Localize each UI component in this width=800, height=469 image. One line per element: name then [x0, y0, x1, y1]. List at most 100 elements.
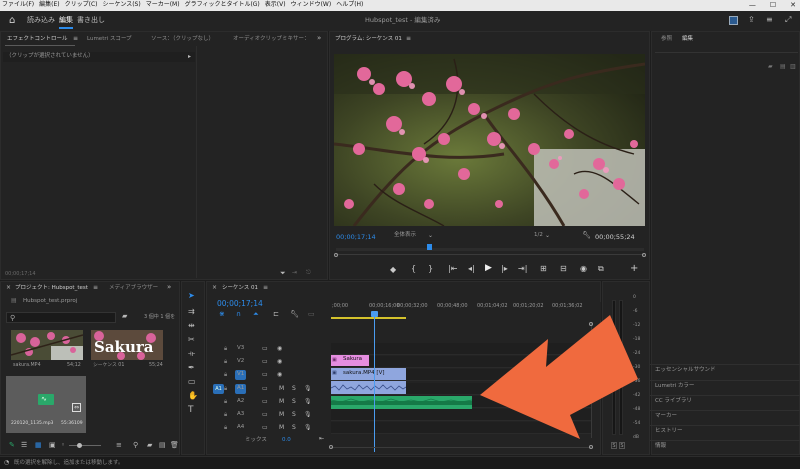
solo-button[interactable]: S — [292, 425, 296, 431]
zoom-out-icon[interactable]: ◦ — [61, 442, 65, 449]
more-tabs-icon[interactable]: » — [167, 284, 171, 291]
menu-item[interactable]: 表示(V) — [265, 2, 286, 8]
tab-edit[interactable]: 編集 — [682, 36, 693, 43]
share-icon[interactable] — [729, 16, 738, 25]
lift-icon[interactable]: ⊞ — [540, 265, 547, 273]
selection-tool-icon[interactable]: ➤ — [188, 292, 195, 300]
panel-menu-icon[interactable]: ≡ — [93, 285, 98, 291]
snap-icon[interactable]: ⋇ — [219, 311, 225, 318]
lock-icon[interactable]: 🔒︎ — [224, 425, 227, 431]
audio-track-header[interactable]: A2 ▭ M S 🎙︎ 🔒︎ — [207, 396, 591, 409]
sync-lock-icon[interactable]: ▭ — [262, 412, 268, 418]
playback-scrubber[interactable] — [336, 248, 644, 251]
panel-menu-icon[interactable]: ≡ — [263, 285, 268, 291]
sync-lock-icon[interactable]: ▭ — [262, 386, 268, 392]
minimize-button[interactable]: — — [749, 1, 756, 9]
video-track-header[interactable]: V1 ▭ ◉ 🔒︎ — [207, 369, 591, 382]
thumbnail-audio-selected[interactable]: ∿ ⇔ 220120_1135.mp3 55:36109 — [6, 376, 86, 433]
step-forward-icon[interactable]: |▸ — [501, 265, 508, 273]
solo-button[interactable]: S — [292, 386, 296, 392]
tab-audio-clip-mixer[interactable]: オーディオクリップミキサー： — [233, 36, 310, 43]
zoom-slider-handle[interactable] — [77, 443, 82, 448]
zoom-handle-right[interactable] — [642, 253, 646, 257]
linked-audio-clip[interactable] — [330, 381, 407, 394]
tab-library[interactable]: 参照 — [661, 36, 672, 43]
timeline-timecode[interactable]: 00;00;17;14 — [217, 300, 263, 308]
zoom-handle-left[interactable] — [334, 253, 338, 257]
tab-source[interactable]: ソース：（クリップなし） — [151, 36, 214, 43]
microphone-icon[interactable]: 🎙︎ — [304, 386, 312, 392]
audio-track-header[interactable]: A4 ▭ M S 🎙︎ 🔒︎ — [207, 422, 591, 435]
menu-item[interactable]: 編集(E) — [39, 2, 59, 8]
video-track-header[interactable]: V3 ▭ ◉ 🔒︎ — [207, 343, 591, 356]
mute-button[interactable]: M — [279, 425, 284, 431]
mark-out-icon[interactable]: } — [428, 265, 433, 273]
ripple-edit-tool-icon[interactable]: ⇹ — [188, 322, 195, 330]
play-icon[interactable]: ▶ — [485, 264, 492, 273]
filter-icon[interactable]: ⏷ — [280, 270, 286, 277]
zoom-slider[interactable] — [69, 445, 101, 446]
eye-icon[interactable]: ◉ — [277, 372, 282, 378]
menu-item[interactable]: マーカー(M) — [146, 2, 180, 8]
menu-item[interactable]: ヘルプ(H) — [336, 2, 363, 8]
microphone-icon[interactable]: 🎙︎ — [304, 425, 312, 431]
program-video-frame[interactable] — [334, 54, 645, 226]
close-button[interactable]: ✕ — [790, 1, 796, 9]
menu-item[interactable]: ファイル(F) — [2, 2, 34, 8]
wrench-icon[interactable]: 🔧︎ — [290, 311, 299, 318]
quick-export-icon[interactable]: ⇪ — [748, 16, 755, 24]
export-icon[interactable]: ⎋ — [306, 270, 311, 276]
new-bin-icon[interactable]: ▰ — [147, 442, 152, 449]
pen-tool-icon[interactable]: ✒ — [188, 364, 195, 372]
solo-button[interactable]: S — [292, 399, 296, 405]
maximize-button[interactable]: ☐ — [770, 1, 776, 9]
zoom-bar[interactable] — [336, 254, 644, 255]
workspace-export[interactable]: 書き出し — [77, 17, 105, 24]
go-to-out-icon[interactable]: ⇥| — [518, 265, 527, 273]
razor-tool-icon[interactable]: ✂ — [188, 336, 195, 344]
workspace-import[interactable]: 読み込み — [27, 17, 55, 24]
mute-button[interactable]: M — [279, 399, 284, 405]
extract-icon[interactable]: ⊟ — [560, 265, 567, 273]
right-panel-item[interactable]: CC ライブラリ — [655, 398, 692, 405]
scroll-handle-left[interactable] — [329, 445, 333, 449]
thumbnail-sakura-mp4[interactable] — [11, 330, 83, 360]
right-panel-item[interactable]: Lumetri カラー — [655, 383, 694, 390]
nav-icon[interactable]: ⇥ — [292, 270, 297, 276]
go-to-in-icon[interactable]: |⇤ — [448, 265, 457, 273]
lock-icon[interactable]: 🔒︎ — [224, 399, 227, 405]
search-icon[interactable]: ⚲ — [133, 442, 138, 449]
workspace-edit[interactable]: 編集 — [59, 17, 73, 24]
panel-menu-icon[interactable]: ≡ — [406, 36, 411, 42]
eye-icon[interactable]: ◉ — [277, 346, 282, 352]
menu-item[interactable]: グラフィックとタイトル(G) — [185, 2, 260, 8]
microphone-icon[interactable]: 🎙︎ — [304, 412, 312, 418]
hand-tool-icon[interactable]: ✋ — [188, 392, 198, 400]
step-back-icon[interactable]: ◂| — [468, 265, 475, 273]
menu-item[interactable]: シーケンス(S) — [103, 2, 141, 8]
resolution-dropdown[interactable]: 1/2 — [534, 232, 543, 239]
mark-in-icon[interactable]: { — [411, 265, 416, 273]
tab-project[interactable]: プロジェクト: Hubspot_test — [15, 285, 88, 292]
add-marker-icon[interactable]: ◆ — [390, 266, 396, 274]
type-tool-icon[interactable]: T — [188, 406, 194, 415]
pencil-icon[interactable]: ✎ — [9, 442, 15, 449]
arrow-right-icon[interactable]: ▸ — [188, 53, 191, 60]
delete-icon[interactable]: 🗑︎ — [170, 442, 179, 449]
source-target-button[interactable]: A1 — [213, 384, 224, 394]
current-timecode[interactable]: 00;00;17;14 — [336, 234, 376, 241]
new-item-icon[interactable]: ▤ — [780, 64, 786, 70]
sync-lock-icon[interactable]: ▭ — [262, 425, 268, 431]
audio-track-header[interactable]: A1 A1 ▭ M S 🎙︎ 🔒︎ — [207, 383, 591, 396]
jump-icon[interactable]: ⇤ — [319, 436, 324, 442]
sync-lock-icon[interactable]: ▭ — [262, 372, 268, 378]
playhead-handle[interactable] — [371, 311, 378, 317]
lock-icon[interactable]: 🔒︎ — [224, 359, 227, 365]
more-tabs-icon[interactable]: » — [317, 35, 321, 42]
panel-menu-icon[interactable]: ≡ — [73, 36, 78, 42]
menu-item[interactable]: ウィンドウ(W) — [291, 2, 332, 8]
fullscreen-icon[interactable]: ⤢ — [785, 16, 791, 24]
search-input[interactable]: ⚲ — [6, 312, 116, 323]
playhead-marker[interactable] — [427, 244, 432, 250]
icon-view-icon[interactable]: ▦ — [35, 442, 42, 449]
